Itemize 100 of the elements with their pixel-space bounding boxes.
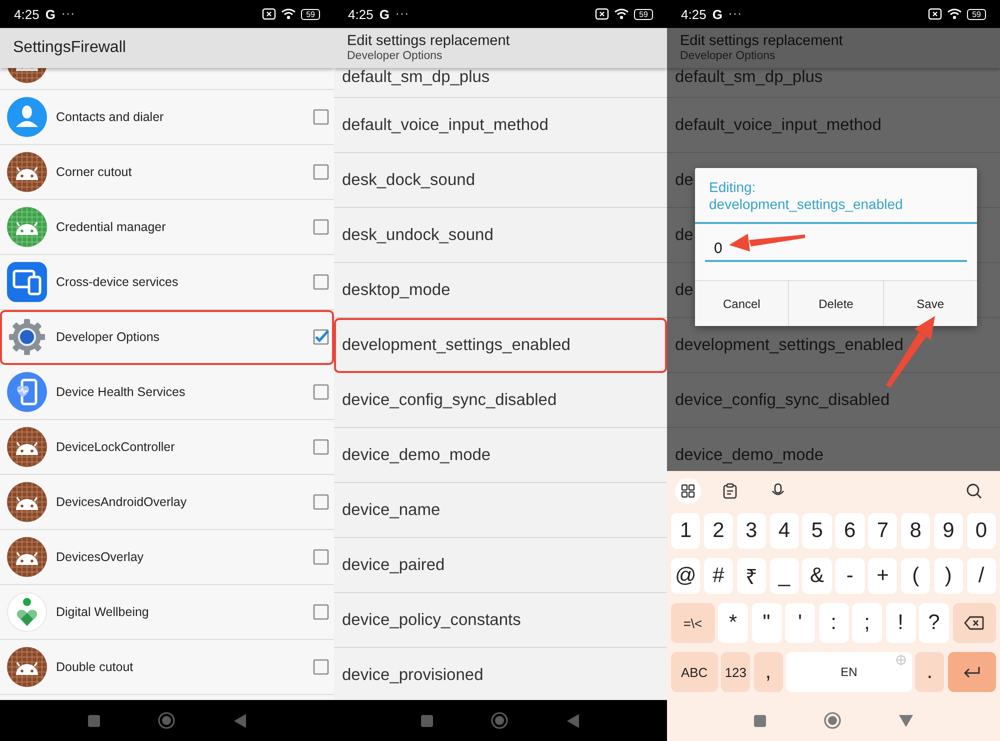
keyboard-key[interactable]: @ [671, 558, 700, 594]
keyboard-key[interactable]: 123 [721, 652, 750, 692]
battery-indicator: 59 [634, 8, 653, 20]
square-icon[interactable] [88, 714, 100, 726]
enter-key[interactable] [948, 652, 996, 692]
checkbox[interactable] [313, 384, 329, 400]
keyboard-key[interactable]: 0 [966, 513, 996, 549]
keyboard-key[interactable]: : [818, 603, 848, 643]
clipboard-icon[interactable] [723, 483, 737, 499]
app-name: Corner cutout [56, 165, 133, 179]
checkbox[interactable] [313, 604, 329, 620]
checkbox[interactable] [313, 274, 329, 290]
person-icon [7, 97, 47, 137]
dialog-button[interactable]: Delete [788, 281, 883, 326]
keyboard-key[interactable]: 8 [900, 513, 930, 549]
app-name: DeviceLockController [56, 440, 176, 454]
settings-row[interactable]: development_settings_enabled [334, 318, 667, 373]
keyboard-key[interactable]: ABC [671, 652, 718, 692]
keyboard-key[interactable]: 2 [704, 513, 734, 549]
android-icon [7, 537, 47, 577]
sim-card-icon [262, 8, 276, 20]
keyboard-key[interactable]: 9 [934, 513, 964, 549]
keyboard-key[interactable]: ₹ [736, 558, 766, 594]
app-name: Device Health Services [56, 385, 186, 399]
notification-letter: G [712, 6, 722, 22]
screen-subtitle: Developer Options [680, 50, 776, 63]
app-name: Cross-device services [56, 275, 180, 289]
keyboard-key[interactable]: 5 [802, 513, 832, 549]
app-name: Credential manager [56, 220, 167, 234]
sim-card-icon [595, 8, 610, 20]
back-icon[interactable] [232, 714, 246, 728]
app-name: Double cutout [56, 660, 134, 674]
back-icon[interactable] [899, 714, 913, 728]
checkbox[interactable] [313, 549, 329, 565]
dialog-button[interactable]: Save [882, 281, 977, 326]
checkbox[interactable] [313, 109, 329, 125]
android-icon [7, 207, 47, 247]
battery-indicator: 59 [967, 8, 986, 20]
grid-icon [681, 484, 695, 498]
keyboard-key[interactable]: " [752, 603, 782, 643]
keyboard-key[interactable]: ! [886, 603, 916, 643]
keyboard-key[interactable]: 1 [671, 513, 700, 549]
more-notifications: ··· [395, 8, 410, 20]
keyboard-key[interactable]: ? [919, 603, 949, 643]
apps-grid-button[interactable] [675, 478, 701, 504]
keyboard-key[interactable]: & [802, 558, 832, 594]
status-time: 4:25 [14, 6, 40, 22]
checkbox[interactable] [313, 329, 329, 345]
search-icon[interactable] [966, 483, 982, 499]
app-name: Contacts and dialer [56, 110, 165, 124]
keyboard-key[interactable]: # [704, 558, 734, 594]
app-name: DevicesAndroidOverlay [56, 495, 188, 509]
wifi-icon [281, 8, 296, 20]
keyboard-key[interactable]: =\< [671, 603, 714, 643]
keyboard-key[interactable]: / [966, 558, 996, 594]
square-icon[interactable] [754, 714, 766, 726]
health-icon [7, 372, 47, 412]
screen-title: Edit settings replacement [680, 33, 844, 50]
wifi-icon [947, 8, 962, 20]
checkbox[interactable] [313, 494, 329, 510]
keyboard-key[interactable]: 3 [736, 513, 766, 549]
keyboard-key[interactable]: ; [852, 603, 882, 643]
settings-row[interactable]: default_sm_dp_plus [334, 68, 667, 98]
back-icon[interactable] [566, 714, 580, 728]
keyboard-key[interactable]: ) [934, 558, 964, 594]
checkbox[interactable] [313, 659, 329, 675]
keyboard-key[interactable]: ' [785, 603, 815, 643]
keyboard-key[interactable]: ( [900, 558, 930, 594]
keyboard-key[interactable]: + [868, 558, 898, 594]
square-icon[interactable] [421, 714, 433, 726]
android-icon [7, 482, 47, 522]
checkbox[interactable] [313, 219, 329, 235]
keyboard-key[interactable]: 4 [770, 513, 799, 549]
devices-icon [7, 262, 47, 302]
gear-icon [7, 317, 47, 357]
keyboard-key[interactable]: 7 [868, 513, 898, 549]
checkbox[interactable] [313, 164, 329, 180]
more-notifications: ··· [61, 8, 76, 20]
checkbox[interactable] [313, 439, 329, 455]
app-name: Digital Wellbeing [56, 605, 150, 619]
home-icon[interactable] [491, 712, 508, 729]
keyboard-key[interactable]: - [835, 558, 865, 594]
keyboard-key[interactable]: * [718, 603, 748, 643]
screen-subtitle: Developer Options [347, 50, 444, 63]
wifi-icon [614, 8, 630, 20]
keyboard-key[interactable]: . [915, 652, 944, 692]
android-icon [7, 427, 47, 467]
status-time: 4:25 [348, 6, 374, 22]
app-row[interactable]: Developer Options [0, 310, 334, 365]
status-time: 4:25 [681, 6, 706, 22]
keyboard-key[interactable]: _ [770, 558, 799, 594]
home-icon[interactable] [158, 712, 174, 729]
keyboard-key[interactable]: , [754, 652, 783, 692]
home-icon[interactable] [824, 712, 841, 729]
app-name: DevicesOverlay [56, 550, 145, 564]
space-key[interactable]: EN [786, 652, 912, 692]
screen-title: SettingsFirewall [13, 39, 127, 57]
dialog-button[interactable]: Cancel [695, 281, 788, 326]
backspace-key[interactable] [952, 603, 996, 643]
keyboard-key[interactable]: 6 [835, 513, 865, 549]
